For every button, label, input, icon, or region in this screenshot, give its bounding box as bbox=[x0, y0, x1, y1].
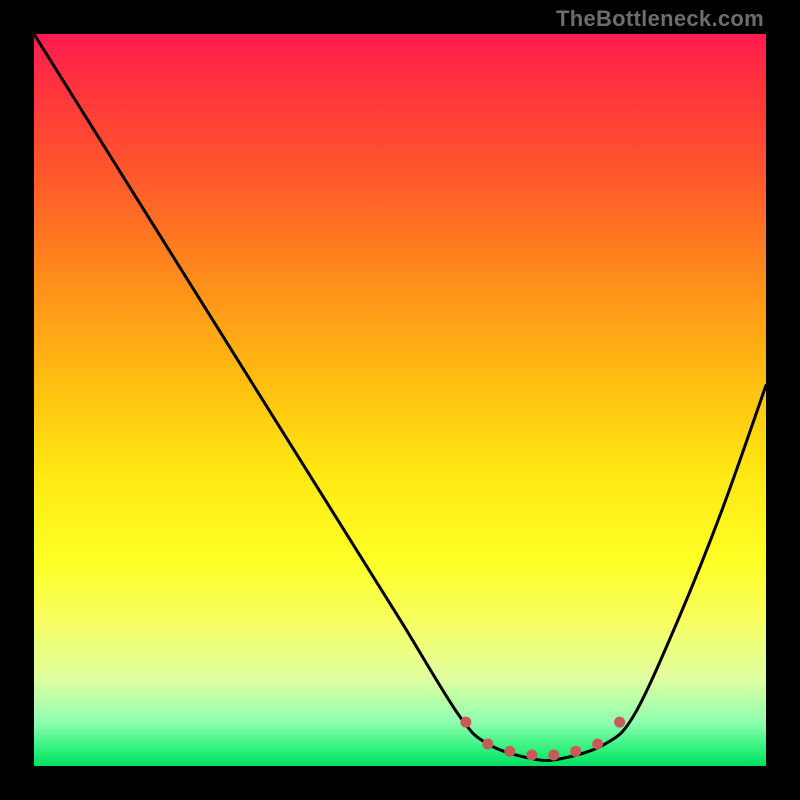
accent-dot bbox=[504, 746, 515, 757]
watermark-text: TheBottleneck.com bbox=[556, 6, 764, 32]
accent-dot bbox=[592, 739, 603, 750]
bottleneck-curve bbox=[34, 34, 766, 761]
accent-dot bbox=[482, 739, 493, 750]
accent-dot bbox=[614, 717, 625, 728]
plot-area bbox=[34, 34, 766, 766]
accent-dots bbox=[460, 717, 625, 761]
accent-dot bbox=[548, 750, 559, 761]
accent-dot bbox=[460, 717, 471, 728]
accent-dot bbox=[526, 750, 537, 761]
curve-layer bbox=[34, 34, 766, 761]
chart-svg bbox=[34, 34, 766, 766]
accent-dot bbox=[570, 746, 581, 757]
